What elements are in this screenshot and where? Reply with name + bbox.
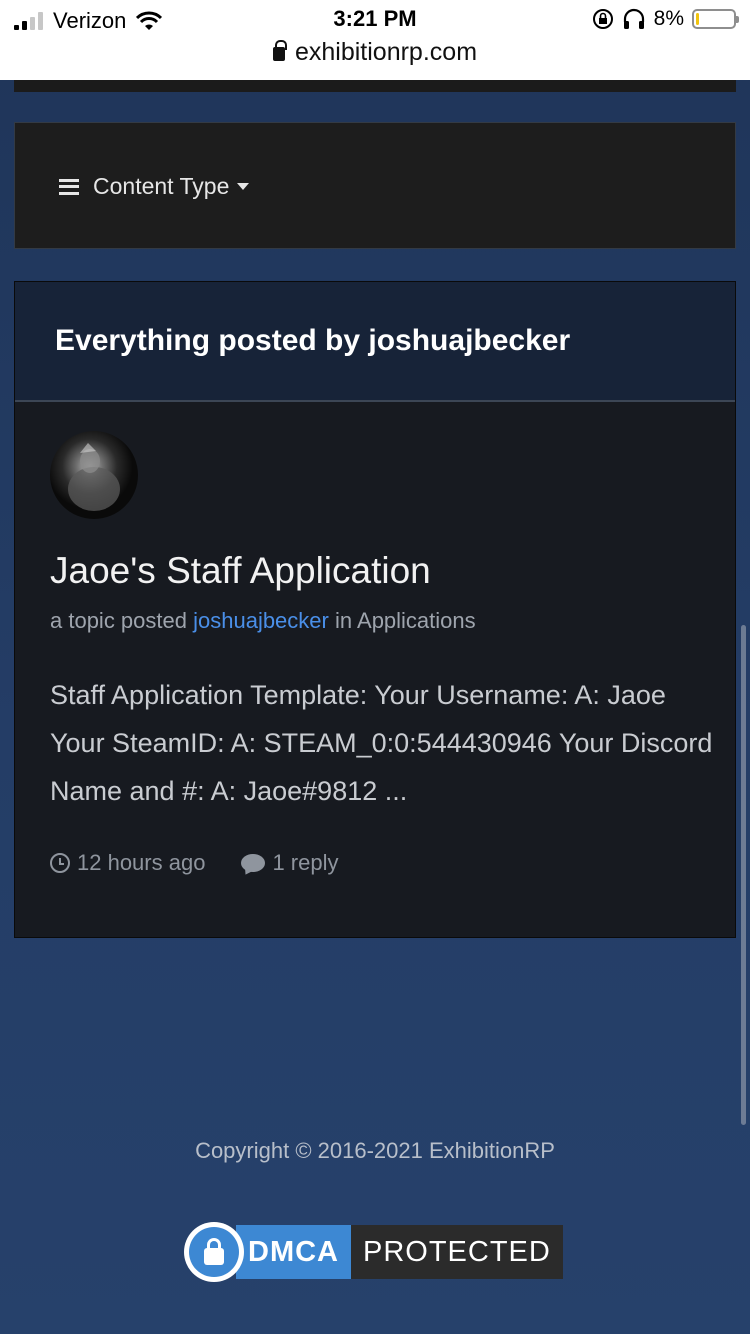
dmca-protected-label: PROTECTED [351, 1225, 563, 1279]
headphones-icon [623, 8, 644, 29]
results-panel: Everything posted by joshuajbecker Jaoe'… [14, 281, 736, 938]
copyright-text: Copyright © 2016-2021 ExhibitionRP [195, 1138, 555, 1163]
results-header: Everything posted by joshuajbecker [15, 282, 735, 402]
menu-icon [59, 178, 79, 195]
post-time-label: 12 hours ago [77, 850, 206, 875]
content-type-label: Content Type [93, 173, 230, 199]
topic-stats: 12 hours ago 1 reply [50, 850, 374, 876]
post-time: 12 hours ago [50, 850, 205, 876]
reply-count[interactable]: 1 reply [241, 850, 338, 876]
meta-prefix: a topic posted [50, 608, 187, 633]
lock-icon [272, 40, 287, 61]
comment-icon [241, 854, 266, 872]
meta-in: in [334, 608, 353, 633]
forum-link[interactable]: Applications [357, 608, 476, 633]
rotation-lock-icon [592, 9, 613, 29]
results-title: Everything posted by joshuajbecker [55, 324, 571, 357]
content-type-dropdown[interactable]: Content Type [59, 173, 250, 200]
caret-down-icon [237, 183, 250, 190]
reply-count-label: 1 reply [272, 850, 339, 875]
topic-title-link[interactable]: Jaoe's Staff Application [50, 550, 431, 592]
filter-panel: Content Type [14, 122, 736, 249]
battery-percent: 8% [653, 7, 684, 30]
dmca-badge[interactable]: DMCA PROTECTED [184, 1222, 563, 1282]
topic-meta: a topic posted joshuajbecker in Applicat… [50, 608, 476, 634]
page-scrollbar[interactable] [741, 625, 746, 1125]
previous-panel-edge [14, 80, 736, 92]
author-link[interactable]: joshuajbecker [193, 608, 329, 633]
padlock-icon [184, 1222, 244, 1282]
status-bar: Verizon 3:21 PM 8% exhibitionrp.com [0, 0, 750, 80]
avatar[interactable] [50, 431, 138, 519]
battery-level [696, 13, 699, 25]
address-bar[interactable]: exhibitionrp.com [0, 38, 750, 67]
status-right: 8% [592, 7, 739, 31]
topic-snippet: Staff Application Template: Your Usernam… [50, 680, 713, 806]
clock-icon [50, 853, 70, 873]
avatar-image [68, 443, 120, 511]
battery-icon [692, 9, 739, 29]
dmca-label: DMCA [236, 1225, 351, 1279]
url-text: exhibitionrp.com [294, 38, 478, 66]
